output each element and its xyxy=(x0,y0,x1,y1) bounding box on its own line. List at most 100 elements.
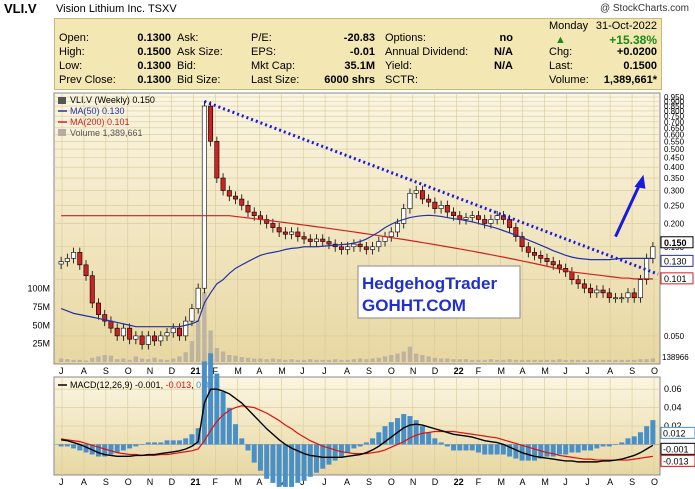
x-axis-label: O xyxy=(125,366,132,376)
macd-histogram-bar xyxy=(563,444,569,455)
macd-histogram-bar xyxy=(251,444,257,463)
macd-histogram-bar xyxy=(457,444,463,451)
candle-body xyxy=(301,236,307,240)
volume-bar xyxy=(395,353,400,362)
macd-histogram-bar xyxy=(426,432,432,445)
quote-value: N/A xyxy=(494,46,513,58)
x-axis-label: J xyxy=(59,366,64,376)
quote-label: High: xyxy=(59,46,85,58)
volume-bar xyxy=(364,359,369,362)
candle-body xyxy=(326,241,332,245)
macd-histogram-bar xyxy=(176,440,182,445)
volume-bar xyxy=(607,359,612,362)
quote-label: Volume: xyxy=(549,74,589,86)
macd-histogram-bar xyxy=(370,438,376,445)
candle-body xyxy=(201,105,207,289)
candle-body xyxy=(351,243,357,248)
macd-histogram-bar xyxy=(644,426,650,445)
macd-x-axis-label: A xyxy=(81,477,87,487)
candle-body xyxy=(289,231,295,235)
candle-body xyxy=(195,287,201,309)
volume-bar xyxy=(121,358,126,362)
candle-body xyxy=(189,308,195,322)
candle-body xyxy=(226,190,232,197)
candle-body xyxy=(407,192,413,209)
volume-bar xyxy=(333,359,338,362)
macd-x-axis-label: M xyxy=(541,477,549,487)
macd-histogram-bar xyxy=(625,438,631,445)
x-axis-label: A xyxy=(519,366,525,376)
candle-body xyxy=(58,261,64,265)
volume-bar xyxy=(432,357,438,362)
x-axis-label: F xyxy=(476,366,482,376)
candle-body xyxy=(89,275,95,304)
macd-histogram-bar xyxy=(276,444,282,487)
candle-body xyxy=(482,219,488,224)
macd-histogram-bar xyxy=(127,444,133,449)
volume-bar xyxy=(420,355,425,362)
price-tick-label: 0.300 xyxy=(664,187,685,196)
macd-histogram-bar xyxy=(264,444,270,479)
macd-histogram-bar xyxy=(581,444,587,451)
candle-body xyxy=(395,223,400,233)
macd-x-axis-label: J xyxy=(59,477,64,487)
quote-label: P/E: xyxy=(251,32,272,44)
x-axis-label: O xyxy=(388,366,395,376)
x-axis-label: J xyxy=(300,366,305,376)
macd-histogram-bar xyxy=(482,444,488,455)
candle-body xyxy=(370,246,376,250)
volume-bar xyxy=(252,358,257,362)
x-axis-label: 21 xyxy=(191,366,201,376)
candle-body xyxy=(538,255,544,259)
volume-bar xyxy=(183,352,188,362)
quote-label: Options: xyxy=(385,32,426,44)
volume-bar xyxy=(594,359,600,362)
volume-bar xyxy=(90,357,95,362)
macd-histogram-bar xyxy=(463,444,469,451)
macd-x-axis-label: O xyxy=(388,477,395,487)
volume-bar xyxy=(551,359,556,362)
candle-body xyxy=(295,231,301,237)
candle-body xyxy=(276,227,282,233)
macd-histogram-bar xyxy=(600,444,606,447)
price-tick-label: 0.350 xyxy=(664,174,685,183)
volume-last-label: 138966 xyxy=(662,353,689,362)
macd-tick-label: 0.06 xyxy=(664,384,682,394)
volume-bar xyxy=(301,359,307,362)
volume-bar xyxy=(227,355,232,362)
volume-bar xyxy=(438,358,444,362)
macd-histogram-bar xyxy=(357,444,363,447)
candle-body xyxy=(176,327,182,337)
quote-value: 0.1300 xyxy=(137,60,171,72)
macd-x-axis-label: N xyxy=(147,477,154,487)
volume-bar xyxy=(220,351,226,362)
ma200-value-label: 0.101 xyxy=(664,274,687,284)
x-axis-label: 22 xyxy=(454,366,464,376)
candle-body xyxy=(164,332,170,337)
candle-body xyxy=(419,190,425,200)
quote-label: Bid: xyxy=(177,60,196,72)
candle-body xyxy=(588,287,594,294)
candle-body xyxy=(338,246,344,250)
macd-histogram-bar xyxy=(58,444,64,447)
volume-bar xyxy=(214,348,220,362)
volume-bar xyxy=(158,359,163,362)
volume-bar xyxy=(563,359,568,362)
candle-body xyxy=(245,205,251,213)
quote-table: Monday 31-Oct-2022 ▲ +15.38% Open: 0.1300 Ask:… xyxy=(54,18,662,90)
candle-body xyxy=(208,105,214,142)
quote-value: no xyxy=(499,32,513,44)
macd-x-axis-label: J xyxy=(585,477,590,487)
candle-body xyxy=(600,289,606,294)
quote-label: Yield: xyxy=(385,60,413,72)
volume-bar xyxy=(526,359,531,362)
candle-body xyxy=(550,261,556,266)
quote-label: Low: xyxy=(59,60,83,72)
macd-x-axis-label: D xyxy=(169,477,176,487)
x-axis-label: M xyxy=(541,366,549,376)
price-tick-label: 0.400 xyxy=(664,163,685,172)
x-axis-label: S xyxy=(629,366,635,376)
volume-bar xyxy=(613,359,618,362)
macd-histogram-bar xyxy=(133,444,139,447)
macd-histogram-bar xyxy=(108,444,114,455)
